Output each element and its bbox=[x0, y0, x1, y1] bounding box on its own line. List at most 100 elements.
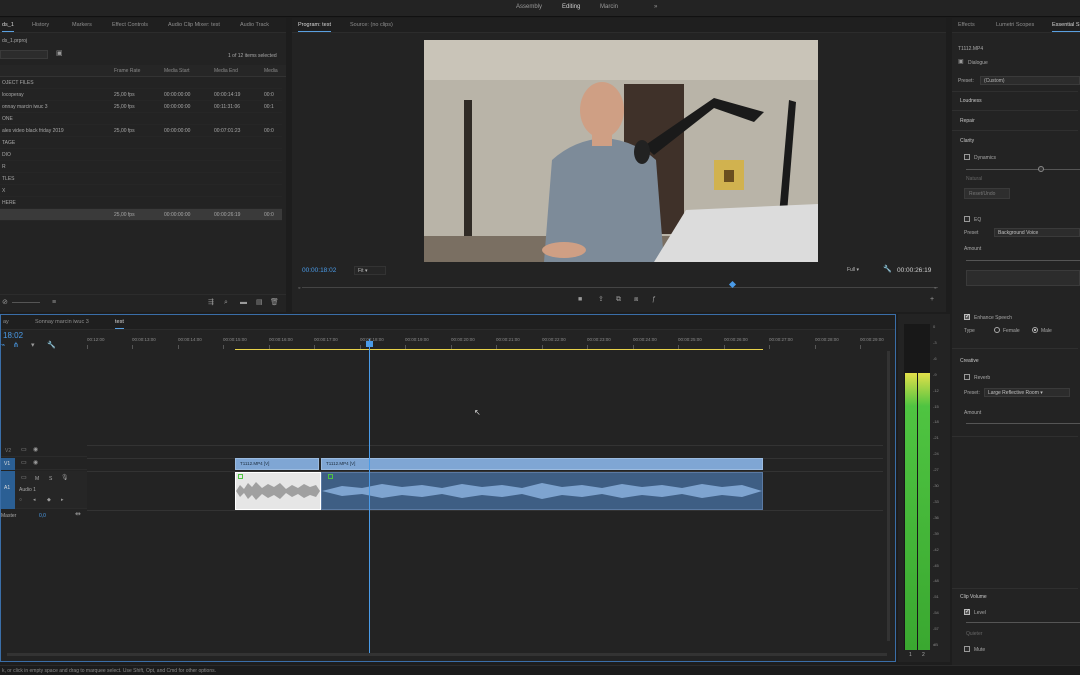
workspace-more-button[interactable]: » bbox=[654, 4, 657, 10]
automate-icon[interactable]: ⇶ bbox=[208, 299, 214, 306]
tab-audio-clip-mixer[interactable]: Audio Clip Mixer: test bbox=[168, 22, 220, 28]
male-radio[interactable] bbox=[1032, 327, 1038, 333]
find-icon[interactable]: ⌕ bbox=[224, 299, 228, 306]
eq-amount-slider[interactable] bbox=[966, 260, 1080, 261]
dynamics-slider-handle[interactable] bbox=[1038, 166, 1044, 172]
timeline-settings-icon[interactable]: 🔧 bbox=[47, 342, 56, 349]
tab-effects[interactable]: Effects bbox=[958, 22, 975, 28]
reverb-preset-select[interactable]: Large Reflective Room ▾ bbox=[984, 388, 1070, 397]
v2-film-icon[interactable]: ▭ bbox=[21, 447, 27, 453]
tab-source[interactable]: Source: (no clips) bbox=[350, 22, 393, 28]
project-row[interactable]: ales video black friday 2019 25,00 fps 00:… bbox=[0, 125, 282, 137]
eq-preset-select[interactable]: Background Voice bbox=[994, 228, 1080, 237]
es-clip-volume-header[interactable]: Clip Volume bbox=[960, 594, 987, 600]
a1-badge[interactable]: A1 bbox=[1, 471, 15, 509]
effects-toggle-icon[interactable]: ƒ bbox=[652, 296, 656, 303]
nest-toggle-icon[interactable]: ⌁ bbox=[1, 342, 5, 349]
a1-mic-icon[interactable]: 🎙 bbox=[61, 475, 69, 481]
es-preset-select[interactable]: (Custom) bbox=[980, 76, 1080, 85]
project-row[interactable]: X bbox=[0, 185, 282, 197]
es-repair-header[interactable]: Repair bbox=[960, 118, 975, 124]
v1-film-icon[interactable]: ▭ bbox=[21, 460, 27, 466]
a1-mute-button[interactable]: M bbox=[35, 476, 39, 482]
video-clip-1[interactable]: T1112.MP4 [V] bbox=[235, 458, 319, 470]
project-row[interactable]: DIO bbox=[0, 149, 282, 161]
tab-history[interactable]: History bbox=[32, 22, 49, 28]
timeline-timecode[interactable]: 18:02 bbox=[3, 331, 23, 340]
snap-icon[interactable]: ⋔ bbox=[13, 342, 19, 349]
meter-channel-2-label[interactable]: 2 bbox=[922, 652, 925, 658]
compare-view-icon[interactable]: ⧉ bbox=[616, 296, 621, 303]
project-row[interactable]: TLES bbox=[0, 173, 282, 185]
project-row[interactable]: TAGE bbox=[0, 137, 282, 149]
project-search-input[interactable] bbox=[0, 50, 48, 59]
tab-project[interactable]: ds_1 bbox=[2, 22, 14, 32]
project-row[interactable]: onnay marcin iwuc 3 25,00 fps 00:00:00:00 0… bbox=[0, 101, 282, 113]
new-item-icon[interactable]: ▤ bbox=[256, 299, 263, 306]
level-slider[interactable] bbox=[966, 622, 1080, 623]
project-row[interactable]: 25,00 fps 00:00:00:00 00:00:26:19 00:0 bbox=[0, 209, 282, 221]
export-frame-icon[interactable]: ⇪ bbox=[598, 296, 604, 303]
master-value[interactable]: 0,0 bbox=[39, 513, 46, 519]
v1-badge[interactable]: V1 bbox=[1, 458, 15, 470]
project-row[interactable]: ONE bbox=[0, 113, 282, 125]
video-clip-2[interactable]: T1112.MP4 [V] bbox=[321, 458, 763, 470]
es-clarity-header[interactable]: Clarity bbox=[960, 138, 974, 144]
tab-sequence-test[interactable]: test bbox=[115, 319, 124, 329]
female-radio[interactable] bbox=[994, 327, 1000, 333]
master-collapse-icon[interactable]: ⇹ bbox=[75, 511, 81, 518]
vertical-scrollbar[interactable] bbox=[887, 351, 890, 641]
tab-essential-sound[interactable]: Essential S bbox=[1052, 22, 1080, 32]
tab-effect-controls[interactable]: Effect Controls bbox=[112, 22, 148, 28]
col-media-end[interactable]: Media End bbox=[214, 68, 238, 74]
lock-icon[interactable]: ⊘ bbox=[2, 299, 8, 306]
marker-icon[interactable]: ▾ bbox=[31, 342, 35, 349]
dynamics-slider[interactable] bbox=[966, 169, 1080, 170]
tab-lumetri-scopes[interactable]: Lumetri Scopes bbox=[996, 22, 1034, 28]
col-media-start[interactable]: Media Start bbox=[164, 68, 190, 74]
a1-lock-icon[interactable]: ▭ bbox=[21, 475, 27, 481]
project-row[interactable]: OJECT FILES bbox=[0, 77, 282, 89]
monitor-scrub-bar[interactable] bbox=[302, 287, 938, 288]
project-row[interactable]: locoperay 25,00 fps 00:00:00:00 00:00:14:19… bbox=[0, 89, 282, 101]
a1-add-key-icon[interactable]: ◆ bbox=[47, 498, 51, 503]
audio-clip-1[interactable] bbox=[235, 472, 321, 510]
new-bin-icon[interactable]: ▣ bbox=[56, 50, 63, 57]
sort-icon[interactable]: ≡ bbox=[52, 299, 56, 306]
workspace-assembly[interactable]: Assembly bbox=[516, 4, 542, 10]
audio-clip-2[interactable] bbox=[321, 472, 763, 510]
a1-prev-key-icon[interactable]: ◂ bbox=[33, 498, 36, 503]
mute-checkbox[interactable] bbox=[964, 646, 970, 652]
horizontal-scrollbar[interactable] bbox=[7, 653, 887, 656]
project-row[interactable]: R bbox=[0, 161, 282, 173]
tab-sequence-a[interactable]: ay bbox=[3, 319, 9, 325]
zoom-slider[interactable] bbox=[12, 302, 40, 303]
dynamics-reset-button[interactable]: Reset/Undo bbox=[964, 188, 1010, 199]
monitor-current-time[interactable]: 00:00:18:02 bbox=[302, 267, 336, 274]
col-frame-rate[interactable]: Frame Rate bbox=[114, 68, 140, 74]
es-creative-header[interactable]: Creative bbox=[960, 358, 979, 364]
a1-next-key-icon[interactable]: ▸ bbox=[61, 498, 64, 503]
tab-program[interactable]: Program: test bbox=[298, 22, 332, 32]
timeline-playhead-handle[interactable] bbox=[366, 341, 373, 347]
add-button-icon[interactable]: + bbox=[930, 296, 934, 303]
project-row[interactable]: HERE bbox=[0, 197, 282, 209]
meter-channel-1-label[interactable]: 1 bbox=[909, 652, 912, 658]
workspace-marcin[interactable]: Marcin bbox=[600, 4, 618, 10]
fit-select[interactable]: Fit ▾ bbox=[354, 266, 386, 275]
wrench-icon[interactable]: 🔧 bbox=[883, 266, 892, 273]
col-media[interactable]: Media bbox=[264, 68, 278, 74]
reverb-amount-slider[interactable] bbox=[966, 423, 1080, 424]
trash-icon[interactable]: 🗑 bbox=[270, 299, 279, 306]
v1-eye-icon[interactable]: ◉ bbox=[33, 460, 38, 466]
resolution-select[interactable]: Full ▾ bbox=[844, 266, 874, 275]
dynamics-checkbox[interactable] bbox=[964, 154, 970, 160]
tab-markers[interactable]: Markers bbox=[72, 22, 92, 28]
workspace-editing[interactable]: Editing bbox=[562, 4, 580, 10]
tab-sequence-b[interactable]: Sonnay marcin iwuc 3 bbox=[35, 319, 89, 325]
new-bin-bottom-icon[interactable]: ▬ bbox=[240, 299, 247, 306]
tab-audio-track[interactable]: Audio Track bbox=[240, 22, 269, 28]
stop-button[interactable]: ■ bbox=[578, 296, 582, 303]
multi-cam-icon[interactable]: ⧈ bbox=[634, 296, 638, 303]
timeline-playhead[interactable] bbox=[369, 339, 370, 655]
